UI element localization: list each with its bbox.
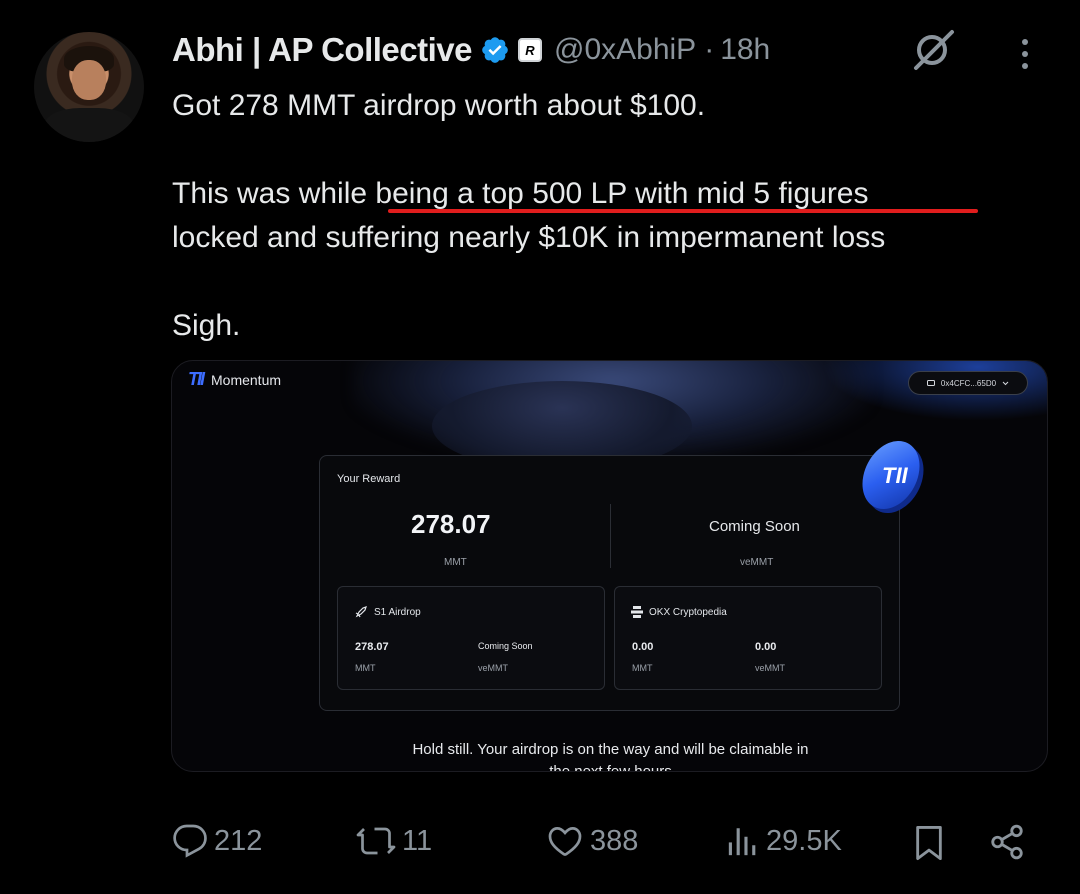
avatar-shirt <box>44 108 134 142</box>
s1-vemmt-unit: veMMT <box>478 663 508 673</box>
tweet-time[interactable]: 18h <box>720 33 770 67</box>
okx-mmt-value: 0.00 <box>632 641 654 653</box>
hold-line: the next few hours <box>549 763 672 772</box>
tweet-media[interactable]: TII Momentum 0x4CFC...65D0 Your Reward 2… <box>171 360 1048 772</box>
reward-vemmt-unit: veMMT <box>740 557 774 568</box>
reward-divider <box>610 504 611 568</box>
affiliate-badge[interactable]: R <box>517 38 542 62</box>
okx-mmt-unit: MMT <box>632 663 653 673</box>
like-button[interactable]: 388 <box>546 823 638 859</box>
author-handle[interactable]: @0xAbhiP <box>554 33 696 67</box>
reward-vemmt-value: Coming Soon <box>709 518 800 535</box>
wallet-address: 0x4CFC...65D0 <box>940 378 997 388</box>
tweet-line: Got 278 MMT airdrop worth about $100. <box>172 89 706 122</box>
author-name[interactable]: Abhi | AP Collective <box>172 31 472 69</box>
s1-mmt-unit: MMT <box>355 663 376 673</box>
momentum-logo: TII Momentum <box>188 369 281 390</box>
okx-vemmt-value: 0.00 <box>755 641 777 653</box>
tweet-text: Got 278 MMT airdrop worth about $100. Th… <box>172 84 1032 348</box>
bookmark-icon <box>916 826 942 860</box>
verified-badge-icon <box>482 37 508 63</box>
reward-card: Your Reward 278.07 MMT Coming Soon veMMT… <box>319 455 900 711</box>
more-icon[interactable] <box>1014 36 1036 72</box>
views-button[interactable]: 29.5K <box>726 823 842 859</box>
mmt-coin-icon: TII <box>862 440 924 514</box>
s1-mmt-value: 278.07 <box>355 641 389 653</box>
action-bar: 212 11 388 29.5K <box>0 815 1080 873</box>
reply-icon <box>173 824 207 858</box>
bookmark-button[interactable] <box>912 823 946 863</box>
momentum-name: Momentum <box>211 371 282 388</box>
share-button[interactable] <box>988 823 1026 861</box>
avatar-face <box>72 60 106 100</box>
momentum-mark-icon: TII <box>188 369 205 389</box>
like-count: 388 <box>590 824 639 857</box>
share-icon <box>991 824 1023 860</box>
tweet-header: Abhi | AP Collective R @0xAbhiP · 18h <box>172 30 770 70</box>
okx-cryptopedia-card: OKX Cryptopedia 0.00 MMT 0.00 veMMT <box>614 586 882 690</box>
repost-icon <box>356 827 396 855</box>
views-icon <box>728 828 756 856</box>
separator-dot: · <box>704 33 715 66</box>
tweet-line: locked and suffering nearly $10K in impe… <box>172 221 886 254</box>
s1-vemmt-value: Coming Soon <box>478 641 533 651</box>
avatar[interactable] <box>34 32 144 142</box>
svg-text:TII: TII <box>882 463 909 488</box>
wallet-icon <box>926 380 935 386</box>
views-count: 29.5K <box>766 824 842 857</box>
hold-still-message: Hold still. Your airdrop is on the way a… <box>172 739 1047 772</box>
rocket-icon <box>355 606 367 618</box>
chevron-down-icon <box>1002 381 1009 385</box>
like-icon <box>548 827 582 856</box>
wallet-button[interactable]: 0x4CFC...65D0 <box>908 371 1028 395</box>
okx-title: OKX Cryptopedia <box>649 606 727 618</box>
reward-mmt-unit: MMT <box>444 557 467 568</box>
repost-button[interactable]: 11 <box>356 823 432 859</box>
s1-airdrop-title-row: S1 Airdrop <box>354 605 421 619</box>
reward-title: Your Reward <box>337 473 401 485</box>
s1-airdrop-card: S1 Airdrop 278.07 MMT Coming Soon veMMT <box>337 586 605 690</box>
reply-count: 212 <box>214 824 263 857</box>
grok-icon[interactable] <box>910 26 958 74</box>
repost-count: 11 <box>402 824 433 857</box>
s1-airdrop-title: S1 Airdrop <box>374 606 421 618</box>
reply-button[interactable]: 212 <box>172 823 262 859</box>
tweet-line: Sigh. <box>172 309 241 342</box>
okx-title-row: OKX Cryptopedia <box>631 605 727 619</box>
hold-line: Hold still. Your airdrop is on the way a… <box>412 741 809 758</box>
red-underline-annotation <box>388 209 978 213</box>
okx-vemmt-unit: veMMT <box>755 663 785 673</box>
reward-mmt-value: 278.07 <box>411 509 491 539</box>
okx-icon <box>631 606 643 618</box>
